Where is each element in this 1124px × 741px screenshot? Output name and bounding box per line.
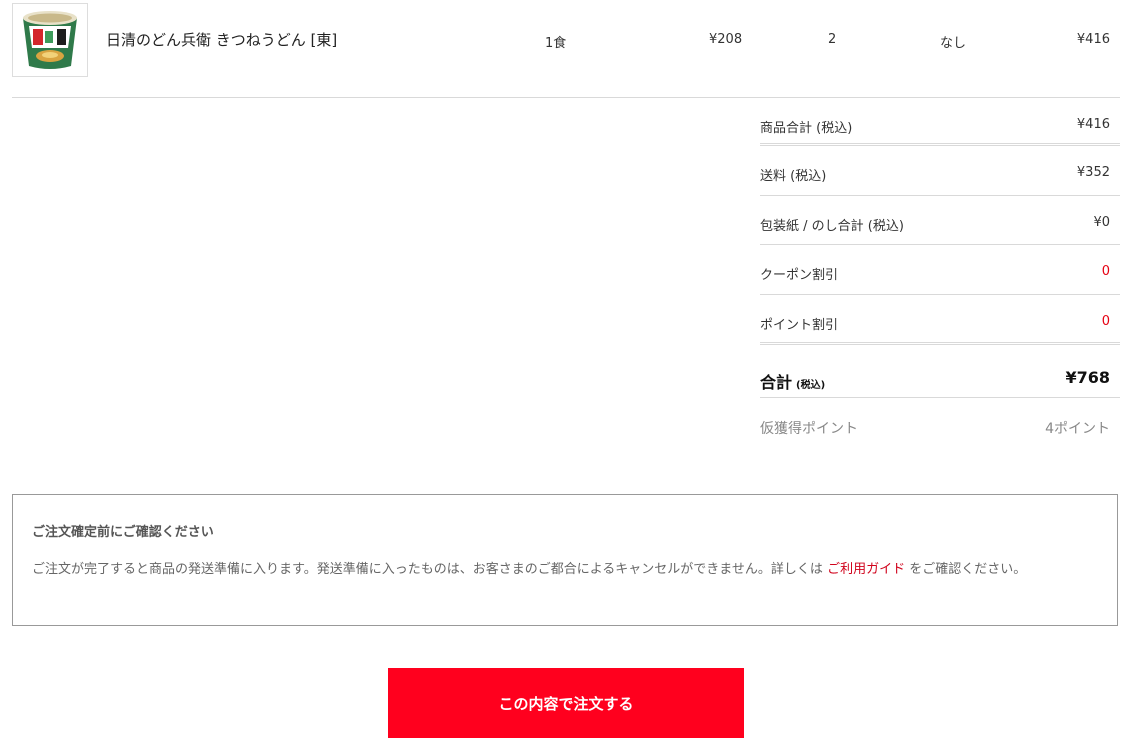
coupon-label: クーポン割引 [760, 268, 839, 283]
usage-guide-link[interactable]: ご利用ガイド [827, 562, 905, 577]
point-discount-label: ポイント割引 [760, 318, 839, 333]
cart-item-row: 日清のどん兵衛 きつねうどん [東] 1食 ¥208 2 なし ¥416 [12, 0, 1120, 98]
product-unit-price: ¥208 [709, 32, 743, 47]
shipping-label: 送料 (税込) [760, 169, 827, 184]
place-order-button[interactable]: この内容で注文する [388, 668, 744, 738]
shipping-value: ¥352 [1076, 165, 1110, 180]
cup-noodle-product-image [23, 11, 77, 69]
product-name[interactable]: 日清のどん兵衛 きつねうどん [東] [106, 29, 337, 50]
summary-row-shipping: 送料 (税込) ¥352 [760, 146, 1120, 196]
summary-row-provisional-points: 仮獲得ポイント 4ポイント [760, 398, 1120, 448]
product-subtotal: ¥416 [1076, 32, 1110, 47]
product-wrapping: なし [940, 36, 967, 51]
summary-row-coupon: クーポン割引 0 [760, 245, 1120, 295]
wrapping-total-value: ¥0 [1093, 215, 1110, 230]
summary-row-items-total: 商品合計 (税込) ¥416 [760, 98, 1120, 146]
items-total-label: 商品合計 (税込) [760, 121, 853, 136]
notice-text-after-link: をご確認ください。 [905, 562, 1027, 577]
wrapping-total-label: 包装紙 / のし合計 (税込) [760, 219, 904, 234]
summary-row-total: 合計 (税込) ¥768 [760, 345, 1120, 398]
coupon-value: 0 [1101, 264, 1110, 279]
items-total-value: ¥416 [1076, 117, 1110, 132]
product-unit: 1食 [545, 36, 567, 51]
order-confirmation-page: 日清のどん兵衛 きつねうどん [東] 1食 ¥208 2 なし ¥416 商品合… [0, 0, 1124, 741]
order-summary: 商品合計 (税込) ¥416 送料 (税込) ¥352 包装紙 / のし合計 (… [760, 98, 1120, 448]
product-quantity: 2 [828, 32, 837, 47]
pre-order-notice: ご注文確定前にご確認ください ご注文が完了すると商品の発送準備に入ります。発送準… [12, 494, 1118, 626]
point-discount-value: 0 [1101, 314, 1110, 329]
notice-text-before-link: ご注文が完了すると商品の発送準備に入ります。発送準備に入ったものは、お客さまのご… [32, 562, 828, 577]
total-label: 合計 [760, 373, 793, 392]
notice-body: ご注文が完了すると商品の発送準備に入ります。発送準備に入ったものは、お客さまのご… [32, 557, 1092, 583]
total-value: ¥768 [1065, 368, 1110, 387]
product-thumbnail[interactable] [12, 3, 88, 77]
provisional-points-value: 4ポイント [1045, 421, 1110, 437]
summary-row-wrapping-total: 包装紙 / のし合計 (税込) ¥0 [760, 196, 1120, 245]
summary-row-point-discount: ポイント割引 0 [760, 295, 1120, 345]
provisional-points-label: 仮獲得ポイント [760, 421, 858, 437]
total-label-group: 合計 (税込) [760, 369, 825, 393]
notice-title: ご注文確定前にご確認ください [32, 525, 214, 540]
total-tax-note: (税込) [796, 380, 826, 391]
